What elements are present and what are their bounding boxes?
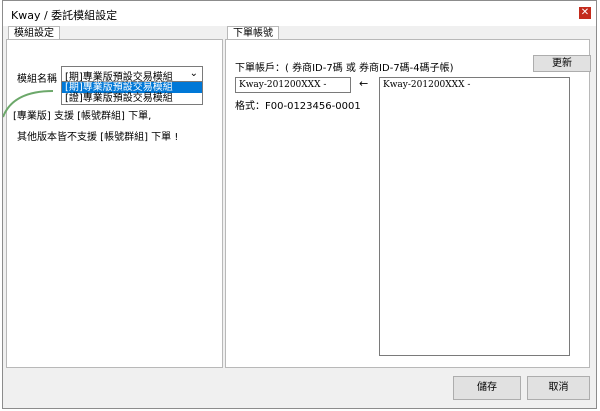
list-item[interactable]: Kway-201200XXX - (383, 80, 470, 90)
module-name-dropdown: [期]專業版預設交易模組 [證]專業版預設交易模組 (61, 81, 203, 105)
decorative-arc (3, 90, 54, 118)
title-bar: Kway / 委託模組設定 ✕ (3, 1, 596, 26)
tab-order-account-label: 下單帳號 (233, 28, 273, 39)
account-list[interactable]: Kway-201200XXX - (379, 77, 570, 356)
dialog-window: Kway / 委託模組設定 ✕ 模組設定 模組名稱 [專業版] 支援 [帳號群組… (2, 0, 597, 409)
tab-order-account[interactable]: 下單帳號 (227, 26, 279, 40)
dropdown-option[interactable]: [證]專業版預設交易模組 (62, 93, 202, 104)
account-input[interactable]: Kway-201200XXX - (235, 77, 351, 93)
account-instruction: 下單帳戶：( 券商ID-7碼 或 券商ID-7碼-4碼子帳) (235, 63, 454, 74)
tab-module-settings[interactable]: 模組設定 (8, 26, 60, 40)
account-input-value: Kway-201200XXX - (239, 80, 327, 90)
dropdown-option[interactable]: [期]專業版預設交易模組 (62, 82, 202, 93)
module-name-select[interactable]: [期]專業版預設交易模組 ⌄ (61, 66, 203, 83)
chevron-down-icon[interactable]: ⌄ (190, 68, 198, 79)
window-title: Kway / 委託模組設定 (11, 9, 118, 22)
cancel-button[interactable]: 取消 (527, 376, 590, 400)
note-line-2: 其他版本皆不支援 [帳號群組] 下單 ! (17, 132, 179, 143)
order-account-panel: 下單帳戶：( 券商ID-7碼 或 券商ID-7碼-4碼子帳) 更新 Kway-2… (225, 39, 591, 368)
save-button[interactable]: 儲存 (453, 376, 521, 400)
module-name-label: 模組名稱 (17, 74, 57, 85)
refresh-button[interactable]: 更新 (533, 55, 591, 72)
arrow-left-icon: ← (359, 77, 369, 90)
format-hint: 格式：F00-0123456-0001 (235, 101, 361, 112)
tab-module-settings-label: 模組設定 (14, 28, 54, 39)
close-icon[interactable]: ✕ (579, 7, 591, 19)
